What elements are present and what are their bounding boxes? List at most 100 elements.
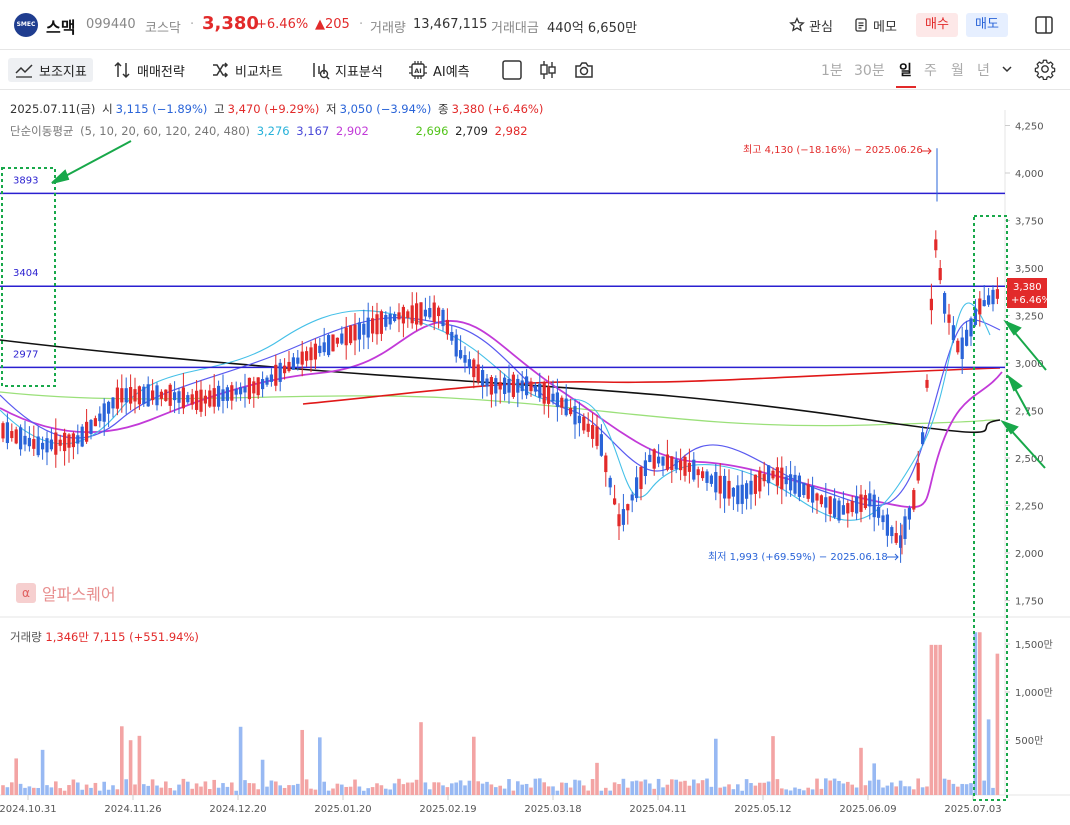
volume-bar — [155, 785, 159, 795]
volume-bar — [150, 779, 155, 795]
volume-bar — [577, 780, 582, 795]
candle-body — [797, 475, 801, 497]
volume-bar — [529, 787, 533, 795]
candle-body — [520, 380, 524, 392]
candle-body — [679, 460, 683, 471]
candle-body — [217, 385, 221, 407]
candle-body — [833, 498, 837, 518]
candle-body — [102, 403, 106, 422]
compare-button[interactable]: 비교차트 — [210, 58, 283, 82]
chart-toolbar: 보조지표 매매전략 비교차트 지표분석 AI AI예측 1분 30분 일 주 월… — [0, 50, 1070, 90]
candle-body — [921, 432, 925, 445]
candle-body — [542, 382, 546, 404]
candle-body — [718, 475, 722, 494]
memo-button[interactable]: 메모 — [853, 13, 897, 37]
period-week[interactable]: 주 — [924, 60, 937, 80]
candle-body — [10, 431, 14, 439]
candle-body — [410, 305, 414, 324]
candle-body — [36, 436, 40, 456]
analysis-icon — [313, 63, 330, 80]
analysis-button[interactable]: 지표분석 — [310, 58, 383, 82]
volume-bar — [687, 785, 692, 795]
sell-button[interactable]: 매도 — [966, 13, 1008, 37]
candle-body — [41, 442, 45, 450]
price-tick-label: 3,250 — [1015, 312, 1044, 323]
volume-bar — [617, 784, 621, 795]
candle-body — [811, 485, 815, 503]
volume-bar — [678, 781, 683, 795]
volume-bar — [542, 782, 546, 795]
candle-body — [894, 533, 898, 543]
volume-bar — [124, 779, 128, 795]
candlestick-icon[interactable] — [537, 59, 559, 81]
volume-bar — [256, 789, 260, 795]
ma480-line — [302, 367, 1001, 405]
ma5-line — [0, 302, 991, 521]
volume-bar — [340, 784, 344, 795]
candle-body — [771, 470, 775, 479]
volume-bar — [868, 780, 872, 795]
volume-bar — [414, 779, 419, 795]
candle-body — [437, 307, 441, 317]
candle-body — [824, 497, 828, 508]
buy-button[interactable]: 매수 — [916, 13, 958, 37]
volume-bar — [313, 789, 318, 795]
volume-bar — [560, 782, 564, 795]
candle-body — [749, 480, 753, 495]
volume-bar — [260, 759, 265, 795]
candle-body — [212, 388, 216, 407]
volume-bar — [480, 783, 485, 795]
volume-bar — [199, 786, 203, 795]
side-panel-icon[interactable] — [1034, 15, 1054, 35]
candle-body — [203, 395, 207, 404]
volume-bar — [951, 783, 956, 795]
stock-chart[interactable]: 2025.07.11(금) 시 3,115 (−1.89%) 고 3,470 (+9… — [0, 90, 1070, 825]
candle-body — [555, 392, 559, 407]
period-year[interactable]: 년 — [977, 60, 990, 80]
candle-body — [397, 312, 401, 320]
volume-bar — [872, 763, 876, 795]
ai-predict-button[interactable]: AI AI예측 — [408, 58, 470, 82]
square-tool-icon[interactable] — [501, 59, 523, 81]
volume-bar — [938, 644, 942, 795]
candle-body — [291, 357, 295, 370]
time-tick-label: 2025.01.20 — [314, 804, 371, 815]
period-30min[interactable]: 30분 — [854, 60, 885, 80]
volume-bar — [392, 783, 397, 795]
candle-body — [173, 392, 177, 401]
price-tick-label: 3,750 — [1015, 217, 1044, 228]
period-1min[interactable]: 1분 — [821, 60, 843, 80]
camera-icon[interactable] — [573, 59, 595, 81]
candle-body — [428, 308, 432, 318]
volume-bar — [252, 783, 256, 795]
strategy-button[interactable]: 매매전략 — [112, 58, 185, 82]
candle-body — [1, 423, 5, 439]
period-day[interactable]: 일 — [899, 60, 912, 80]
volume-bar — [969, 783, 973, 795]
candle-body — [819, 495, 823, 505]
volume-bar — [234, 790, 238, 795]
gear-icon[interactable] — [1034, 58, 1056, 80]
indicator-button[interactable]: 보조지표 — [8, 58, 93, 82]
volume-bar — [274, 781, 278, 795]
volume-bar — [485, 781, 489, 795]
volume-bar — [71, 779, 76, 795]
candle-body — [965, 329, 969, 346]
candle-body — [327, 335, 331, 356]
candle-body — [758, 470, 762, 492]
volume-bar — [194, 783, 199, 795]
candle-body — [67, 434, 71, 448]
candle-body — [137, 386, 141, 405]
volume-bar — [929, 644, 934, 795]
period-month[interactable]: 월 — [951, 60, 964, 80]
favorite-button[interactable]: 관심 — [789, 13, 833, 37]
price-tick-label: 3,500 — [1015, 264, 1044, 275]
volume-bar — [586, 790, 590, 795]
candle-body — [982, 300, 986, 307]
candle-body — [868, 493, 872, 507]
candle-body — [146, 384, 150, 407]
volume-bar — [67, 785, 71, 795]
candle-body — [93, 418, 97, 427]
candle-body — [538, 383, 542, 398]
chevron-down-icon[interactable] — [1000, 62, 1014, 76]
